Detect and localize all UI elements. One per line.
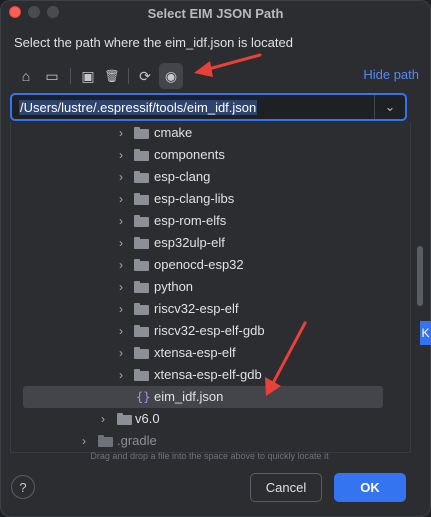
folder-icon bbox=[117, 413, 132, 425]
dialog-title: Select EIM JSON Path bbox=[147, 5, 284, 21]
tree-row-label: esp-rom-elfs bbox=[154, 213, 227, 228]
folder-icon bbox=[134, 171, 149, 183]
ok-button[interactable]: OK bbox=[334, 473, 406, 502]
chevron-right-icon[interactable]: › bbox=[116, 127, 126, 139]
dialog-subtitle: Select the path where the eim_idf.json i… bbox=[14, 35, 293, 50]
tree-row-v6-0[interactable]: › v6.0 bbox=[11, 408, 410, 430]
desktop-button[interactable]: ▭ bbox=[40, 63, 64, 89]
chevron-right-icon[interactable]: › bbox=[116, 369, 126, 381]
folder-icon bbox=[134, 193, 149, 205]
title-bar: Select EIM JSON Path bbox=[0, 0, 431, 26]
chevron-right-icon[interactable]: › bbox=[116, 325, 126, 337]
json-file-icon: {} bbox=[136, 390, 151, 404]
tree-row-label: python bbox=[154, 279, 194, 294]
tree-row-components[interactable]: › components bbox=[11, 144, 410, 166]
folder-icon bbox=[134, 259, 149, 271]
folder-icon bbox=[134, 369, 149, 381]
tree-row-label: cmake bbox=[154, 125, 193, 140]
chevron-right-icon[interactable]: › bbox=[79, 435, 89, 447]
tree-row-gradle[interactable]: › .gradle bbox=[11, 430, 410, 452]
file-chooser-toolbar: ⌂ ▭ ▣ 🗑 ⟳ ◉ bbox=[10, 63, 420, 89]
path-combobox[interactable]: /Users/lustre/.espressif/tools/eim_idf.j… bbox=[10, 93, 407, 121]
chevron-down-icon: ⌄ bbox=[384, 99, 396, 114]
tree-row-esp-rom-elfs[interactable]: › esp-rom-elfs bbox=[11, 210, 410, 232]
tree-row-label: esp-clang-libs bbox=[154, 191, 235, 206]
tree-row-esp-clang[interactable]: › esp-clang bbox=[11, 166, 410, 188]
tree-scrollbar[interactable] bbox=[417, 246, 423, 306]
tree-row-python[interactable]: › python bbox=[11, 276, 410, 298]
tree-row-riscv32-esp-elf-gdb[interactable]: › riscv32-esp-elf-gdb bbox=[11, 320, 410, 342]
tree-row-esp32ulp-elf[interactable]: › esp32ulp-elf bbox=[11, 232, 410, 254]
file-tree[interactable]: › cmake › components › esp-clang › esp-c… bbox=[10, 122, 411, 453]
chevron-right-icon[interactable]: › bbox=[116, 149, 126, 161]
desktop-icon: ▭ bbox=[45, 67, 59, 84]
folder-icon bbox=[134, 281, 149, 293]
toolbar-divider bbox=[70, 68, 71, 84]
folder-icon bbox=[134, 215, 149, 227]
tree-row-riscv32-esp-elf[interactable]: › riscv32-esp-elf bbox=[11, 298, 410, 320]
chevron-right-icon[interactable]: › bbox=[116, 193, 126, 205]
chevron-right-icon[interactable]: › bbox=[116, 237, 126, 249]
refresh-button[interactable]: ⟳ bbox=[133, 63, 157, 89]
chevron-right-icon[interactable]: › bbox=[116, 259, 126, 271]
path-dropdown-button[interactable]: ⌄ bbox=[374, 95, 405, 119]
tree-row-label: esp32ulp-elf bbox=[154, 235, 225, 250]
folder-icon bbox=[134, 237, 149, 249]
refresh-icon: ⟳ bbox=[139, 67, 151, 84]
chevron-right-icon[interactable]: › bbox=[98, 413, 108, 425]
home-button[interactable]: ⌂ bbox=[14, 63, 38, 89]
tree-row-label: riscv32-esp-elf bbox=[154, 301, 239, 316]
tree-row-label: xtensa-esp-elf-gdb bbox=[154, 367, 262, 382]
new-folder-button[interactable]: ▣ bbox=[76, 63, 100, 89]
tree-row-cmake[interactable]: › cmake bbox=[11, 122, 410, 144]
tree-row-label: riscv32-esp-elf-gdb bbox=[154, 323, 265, 338]
help-button[interactable]: ? bbox=[11, 475, 35, 499]
chevron-right-icon[interactable]: › bbox=[116, 347, 126, 359]
window-controls bbox=[9, 6, 59, 18]
home-icon: ⌂ bbox=[21, 68, 31, 84]
show-hidden-icon: ◉ bbox=[164, 67, 178, 84]
chevron-right-icon[interactable]: › bbox=[116, 171, 126, 183]
path-input[interactable]: /Users/lustre/.espressif/tools/eim_idf.j… bbox=[19, 99, 258, 115]
question-icon: ? bbox=[19, 479, 27, 495]
select-eim-json-dialog: Select EIM JSON Path Select the path whe… bbox=[0, 0, 431, 517]
folder-icon bbox=[134, 149, 149, 161]
toolbar-divider bbox=[128, 68, 129, 84]
minimize-window-button[interactable] bbox=[28, 6, 40, 18]
tree-row-label: components bbox=[154, 147, 225, 162]
folder-icon bbox=[134, 347, 149, 359]
drag-drop-hint: Drag and drop a file into the space abov… bbox=[90, 451, 329, 461]
tree-row-esp-clang-libs[interactable]: › esp-clang-libs bbox=[11, 188, 410, 210]
tree-row-eim-idf-json[interactable]: {} eim_idf.json bbox=[11, 386, 410, 408]
chevron-right-icon[interactable]: › bbox=[116, 281, 126, 293]
folder-icon bbox=[134, 303, 149, 315]
tree-row-label: xtensa-esp-elf bbox=[154, 345, 236, 360]
background-window-fragment: K bbox=[420, 321, 431, 345]
folder-icon bbox=[98, 435, 113, 447]
show-hidden-files-button[interactable]: ◉ bbox=[159, 63, 183, 89]
folder-icon bbox=[134, 127, 149, 139]
tree-row-xtensa-esp-elf-gdb[interactable]: › xtensa-esp-elf-gdb bbox=[11, 364, 410, 386]
close-window-button[interactable] bbox=[9, 6, 21, 18]
chevron-right-icon[interactable]: › bbox=[116, 215, 126, 227]
tree-row-label: v6.0 bbox=[135, 411, 160, 426]
hide-path-link[interactable]: Hide path bbox=[363, 67, 419, 82]
delete-button[interactable]: 🗑 bbox=[100, 63, 124, 89]
delete-icon: 🗑 bbox=[104, 69, 120, 83]
tree-row-label: openocd-esp32 bbox=[154, 257, 244, 272]
chevron-right-icon[interactable]: › bbox=[116, 303, 126, 315]
tree-row-label: .gradle bbox=[117, 433, 157, 448]
tree-row-label: eim_idf.json bbox=[154, 389, 224, 404]
maximize-window-button[interactable] bbox=[47, 6, 59, 18]
tree-row-xtensa-esp-elf[interactable]: › xtensa-esp-elf bbox=[11, 342, 410, 364]
folder-icon bbox=[134, 325, 149, 337]
tree-row-label: esp-clang bbox=[154, 169, 211, 184]
new-folder-icon: ▣ bbox=[81, 67, 95, 84]
cancel-button[interactable]: Cancel bbox=[250, 473, 322, 502]
tree-row-openocd-esp32[interactable]: › openocd-esp32 bbox=[11, 254, 410, 276]
